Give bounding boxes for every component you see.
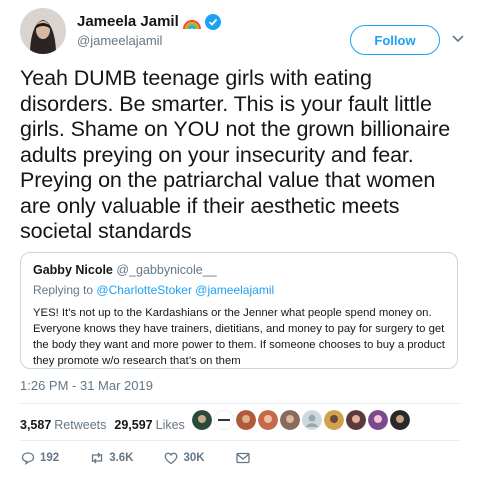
tweet-header: Jameela Jamil @jameelajamil Follow (20, 8, 464, 58)
direct-message-button[interactable] (235, 450, 251, 466)
quoted-replying-to: Replying to @CharlotteStoker @jameelajam… (33, 283, 445, 297)
tweet-timestamp[interactable]: 1:26 PM - 31 Mar 2019 (20, 378, 153, 393)
author-avatar[interactable] (20, 8, 66, 54)
chevron-down-icon[interactable] (451, 31, 465, 45)
rainbow-icon (182, 16, 201, 29)
liker-avatar[interactable] (302, 410, 322, 430)
liker-avatar[interactable] (258, 410, 278, 430)
quoted-tweet-header: Gabby Nicole @_gabbynicole__ (33, 263, 445, 277)
likes-label[interactable]: Likes (156, 418, 185, 432)
retweet-count: 3.6K (109, 452, 134, 464)
heart-icon (165, 452, 178, 465)
liker-avatar[interactable] (192, 410, 212, 430)
liker-avatar[interactable] (236, 410, 256, 430)
like-button[interactable]: 30K (163, 450, 205, 466)
quoted-tweet[interactable]: Gabby Nicole @_gabbynicole__ Replying to… (20, 252, 458, 369)
replying-to-prefix: Replying to (33, 283, 94, 297)
tweet-actions: 192 3.6K 30K (20, 445, 281, 471)
tweet-text: Yeah DUMB teenage girls with eating diso… (20, 66, 451, 243)
author-name-row: Jameela Jamil (77, 13, 221, 30)
retweets-count[interactable]: 3,587 (20, 418, 51, 432)
divider (20, 440, 460, 441)
liker-avatar[interactable] (280, 410, 300, 430)
likes-count[interactable]: 29,597 (114, 418, 152, 432)
liker-avatar[interactable] (214, 410, 234, 430)
author-display-name[interactable]: Jameela Jamil (77, 13, 179, 30)
liker-avatar[interactable] (346, 410, 366, 430)
engagement-stats: 3,587 Retweets 29,597 Likes (20, 408, 193, 442)
retweet-icon (92, 452, 103, 464)
retweet-button[interactable]: 3.6K (89, 450, 133, 466)
quoted-tweet-text: YES! It’s not up to the Kardashians or t… (33, 307, 445, 367)
replying-to-handles[interactable]: @CharlotteStoker @jameelajamil (96, 283, 274, 297)
verified-icon (204, 13, 221, 30)
liker-avatar[interactable] (390, 410, 410, 430)
retweets-label[interactable]: Retweets (54, 418, 106, 432)
divider (20, 403, 460, 404)
liker-avatar[interactable] (324, 410, 344, 430)
follow-button[interactable]: Follow (350, 25, 440, 55)
liker-avatars (192, 410, 410, 430)
reply-icon (21, 452, 35, 465)
liker-avatar[interactable] (368, 410, 388, 430)
envelope-icon (235, 452, 250, 464)
quoted-author-name: Gabby Nicole (33, 263, 113, 277)
quoted-author-handle: @_gabbynicole__ (116, 263, 217, 277)
reply-count: 192 (40, 452, 60, 464)
reply-button[interactable]: 192 (20, 450, 59, 466)
author-handle[interactable]: @jameelajamil (77, 33, 162, 48)
like-count: 30K (183, 452, 205, 464)
